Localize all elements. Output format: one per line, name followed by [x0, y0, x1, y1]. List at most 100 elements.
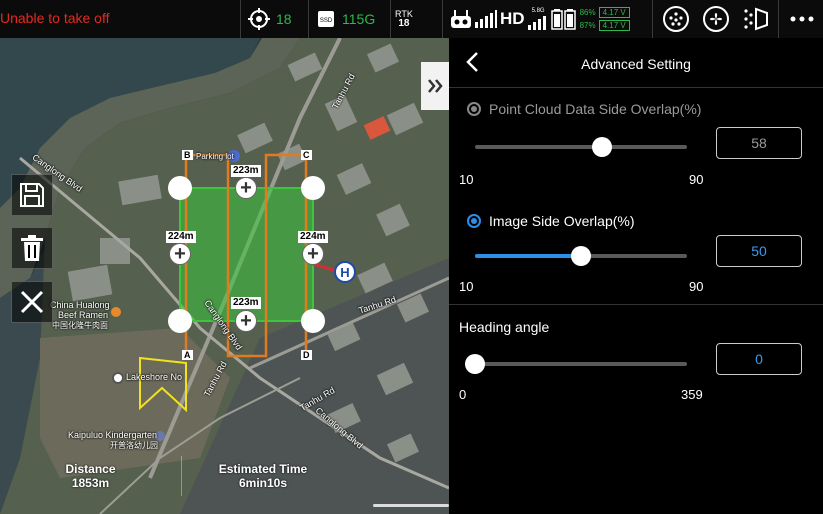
divider: [442, 0, 443, 38]
status-bar: Unable to take off 18 SSD 115G RTK 18 HD…: [0, 0, 823, 38]
rtk-status[interactable]: RTK 18: [395, 0, 413, 38]
satellite-map: [0, 38, 449, 514]
gps-satellite-icon: [248, 8, 270, 30]
battery2-percent: 87%: [579, 21, 596, 30]
signal-bars-icon: [527, 16, 546, 30]
mission-summary: Distance 1853m Estimated Time 6min10s: [0, 456, 449, 496]
point-cloud-radio[interactable]: [467, 102, 481, 116]
storage-status[interactable]: SSD 115G: [316, 0, 375, 38]
place-label: 中国化隆牛肉面: [52, 321, 108, 330]
camera-mode-icon[interactable]: [742, 5, 770, 33]
takeoff-warning[interactable]: Unable to take off: [0, 10, 109, 26]
heading-value-input[interactable]: 0: [716, 343, 802, 375]
divider: [390, 0, 391, 38]
more-menu-button[interactable]: [790, 0, 814, 38]
point-cloud-option[interactable]: Point Cloud Data Side Overlap(%): [467, 101, 701, 117]
image-side-option[interactable]: Image Side Overlap(%): [467, 213, 635, 229]
distance-info: Distance 1853m: [0, 456, 182, 496]
home-point-marker[interactable]: H: [334, 261, 356, 283]
divider: [449, 304, 823, 305]
battery-icon: [550, 9, 576, 30]
distance-label-right: 224m: [298, 231, 328, 243]
heading-option: Heading angle: [459, 319, 549, 335]
plus-icon: +: [240, 310, 252, 332]
battery-readout: 86% 4.17 V 87% 4.17 V: [580, 7, 630, 31]
add-point-button[interactable]: +: [169, 243, 191, 265]
time-value: 6min10s: [238, 476, 288, 490]
heading-slider[interactable]: [465, 354, 687, 374]
location-pin[interactable]: [112, 372, 124, 384]
divider: [240, 0, 241, 38]
slider-track: [475, 145, 687, 149]
slider-thumb[interactable]: [592, 137, 613, 157]
distance-label-left: 224m: [166, 231, 196, 243]
propeller-icon[interactable]: [702, 5, 730, 33]
time-title: Estimated Time: [218, 462, 308, 476]
slider-thumb[interactable]: [465, 354, 485, 374]
signal-bars-icon: [475, 10, 497, 28]
slider-fill: [475, 254, 581, 258]
storage-value: 115G: [342, 11, 376, 27]
divider: [652, 0, 653, 38]
point-cloud-value-input[interactable]: 58: [716, 127, 802, 159]
ssd-icon: SSD: [318, 11, 334, 27]
estimated-time-info: Estimated Time 6min10s: [182, 456, 344, 496]
link-status[interactable]: HD 5.8G 86% 4.17 V 87% 4.17 V: [450, 0, 630, 38]
add-point-button[interactable]: +: [235, 177, 257, 199]
place-label: China Hualong: [50, 300, 110, 310]
place-label: 开普洛幼儿园: [110, 441, 158, 450]
image-side-value-input[interactable]: 50: [716, 235, 802, 267]
corner-handle[interactable]: [301, 176, 325, 200]
corner-handle[interactable]: [168, 309, 192, 333]
image-side-radio[interactable]: [467, 214, 481, 228]
point-cloud-slider[interactable]: [475, 137, 687, 157]
corner-label-c: C: [301, 150, 312, 160]
panel-header: Advanced Setting: [449, 38, 823, 88]
place-label: Beef Ramen: [58, 310, 109, 320]
advanced-setting-panel: Advanced Setting Point Cloud Data Side O…: [449, 38, 823, 514]
restaurant-pin[interactable]: [111, 307, 121, 317]
double-chevron-right-icon: [428, 79, 443, 93]
distance-label-bottom: 223m: [231, 297, 261, 309]
gps-count: 18: [276, 11, 292, 27]
quick-icons: [662, 0, 770, 38]
obstacle-radar-icon[interactable]: [662, 5, 690, 33]
collapse-panel-button[interactable]: [421, 62, 449, 110]
panel-title: Advanced Setting: [581, 56, 691, 72]
exit-button[interactable]: [11, 281, 53, 323]
add-point-button[interactable]: +: [302, 243, 324, 265]
corner-label-b: B: [182, 150, 193, 160]
remote-controller-icon: [451, 10, 471, 28]
hd-label: HD: [500, 9, 525, 28]
heading-min: 0: [459, 387, 467, 402]
video-signal: 5.8G: [527, 8, 548, 30]
plus-icon: +: [307, 243, 319, 265]
gps-status[interactable]: 18: [248, 0, 292, 38]
battery2-voltage: 4.17 V: [598, 20, 630, 31]
corner-handle[interactable]: [301, 309, 325, 333]
ssd-icon-label: SSD: [320, 18, 333, 24]
divider: [308, 0, 309, 38]
home-indicator[interactable]: [373, 504, 449, 507]
slider-thumb[interactable]: [571, 246, 591, 266]
battery1-percent: 86%: [579, 8, 596, 17]
distance-label-top: 223m: [231, 165, 261, 177]
slider-track: [475, 362, 687, 366]
place-label: Lakeshore No: [126, 372, 183, 382]
close-icon: [20, 290, 44, 314]
point-cloud-label: Point Cloud Data Side Overlap(%): [489, 101, 702, 117]
corner-handle[interactable]: [168, 176, 192, 200]
image-side-slider[interactable]: [475, 246, 687, 266]
point-cloud-max: 90: [689, 172, 704, 187]
map-view[interactable]: China Hualong Beef Ramen 中国化隆牛肉面 Lakesho…: [0, 38, 449, 514]
rtk-count: 18: [398, 18, 410, 29]
save-button[interactable]: [11, 174, 53, 216]
battery1-voltage: 4.17 V: [598, 7, 630, 18]
image-side-max: 90: [689, 279, 704, 294]
distance-title: Distance: [65, 462, 116, 476]
save-icon: [20, 183, 44, 207]
delete-button[interactable]: [11, 227, 53, 269]
more-dots-icon: [790, 16, 814, 22]
image-side-min: 10: [459, 279, 474, 294]
add-point-button[interactable]: +: [235, 310, 257, 332]
